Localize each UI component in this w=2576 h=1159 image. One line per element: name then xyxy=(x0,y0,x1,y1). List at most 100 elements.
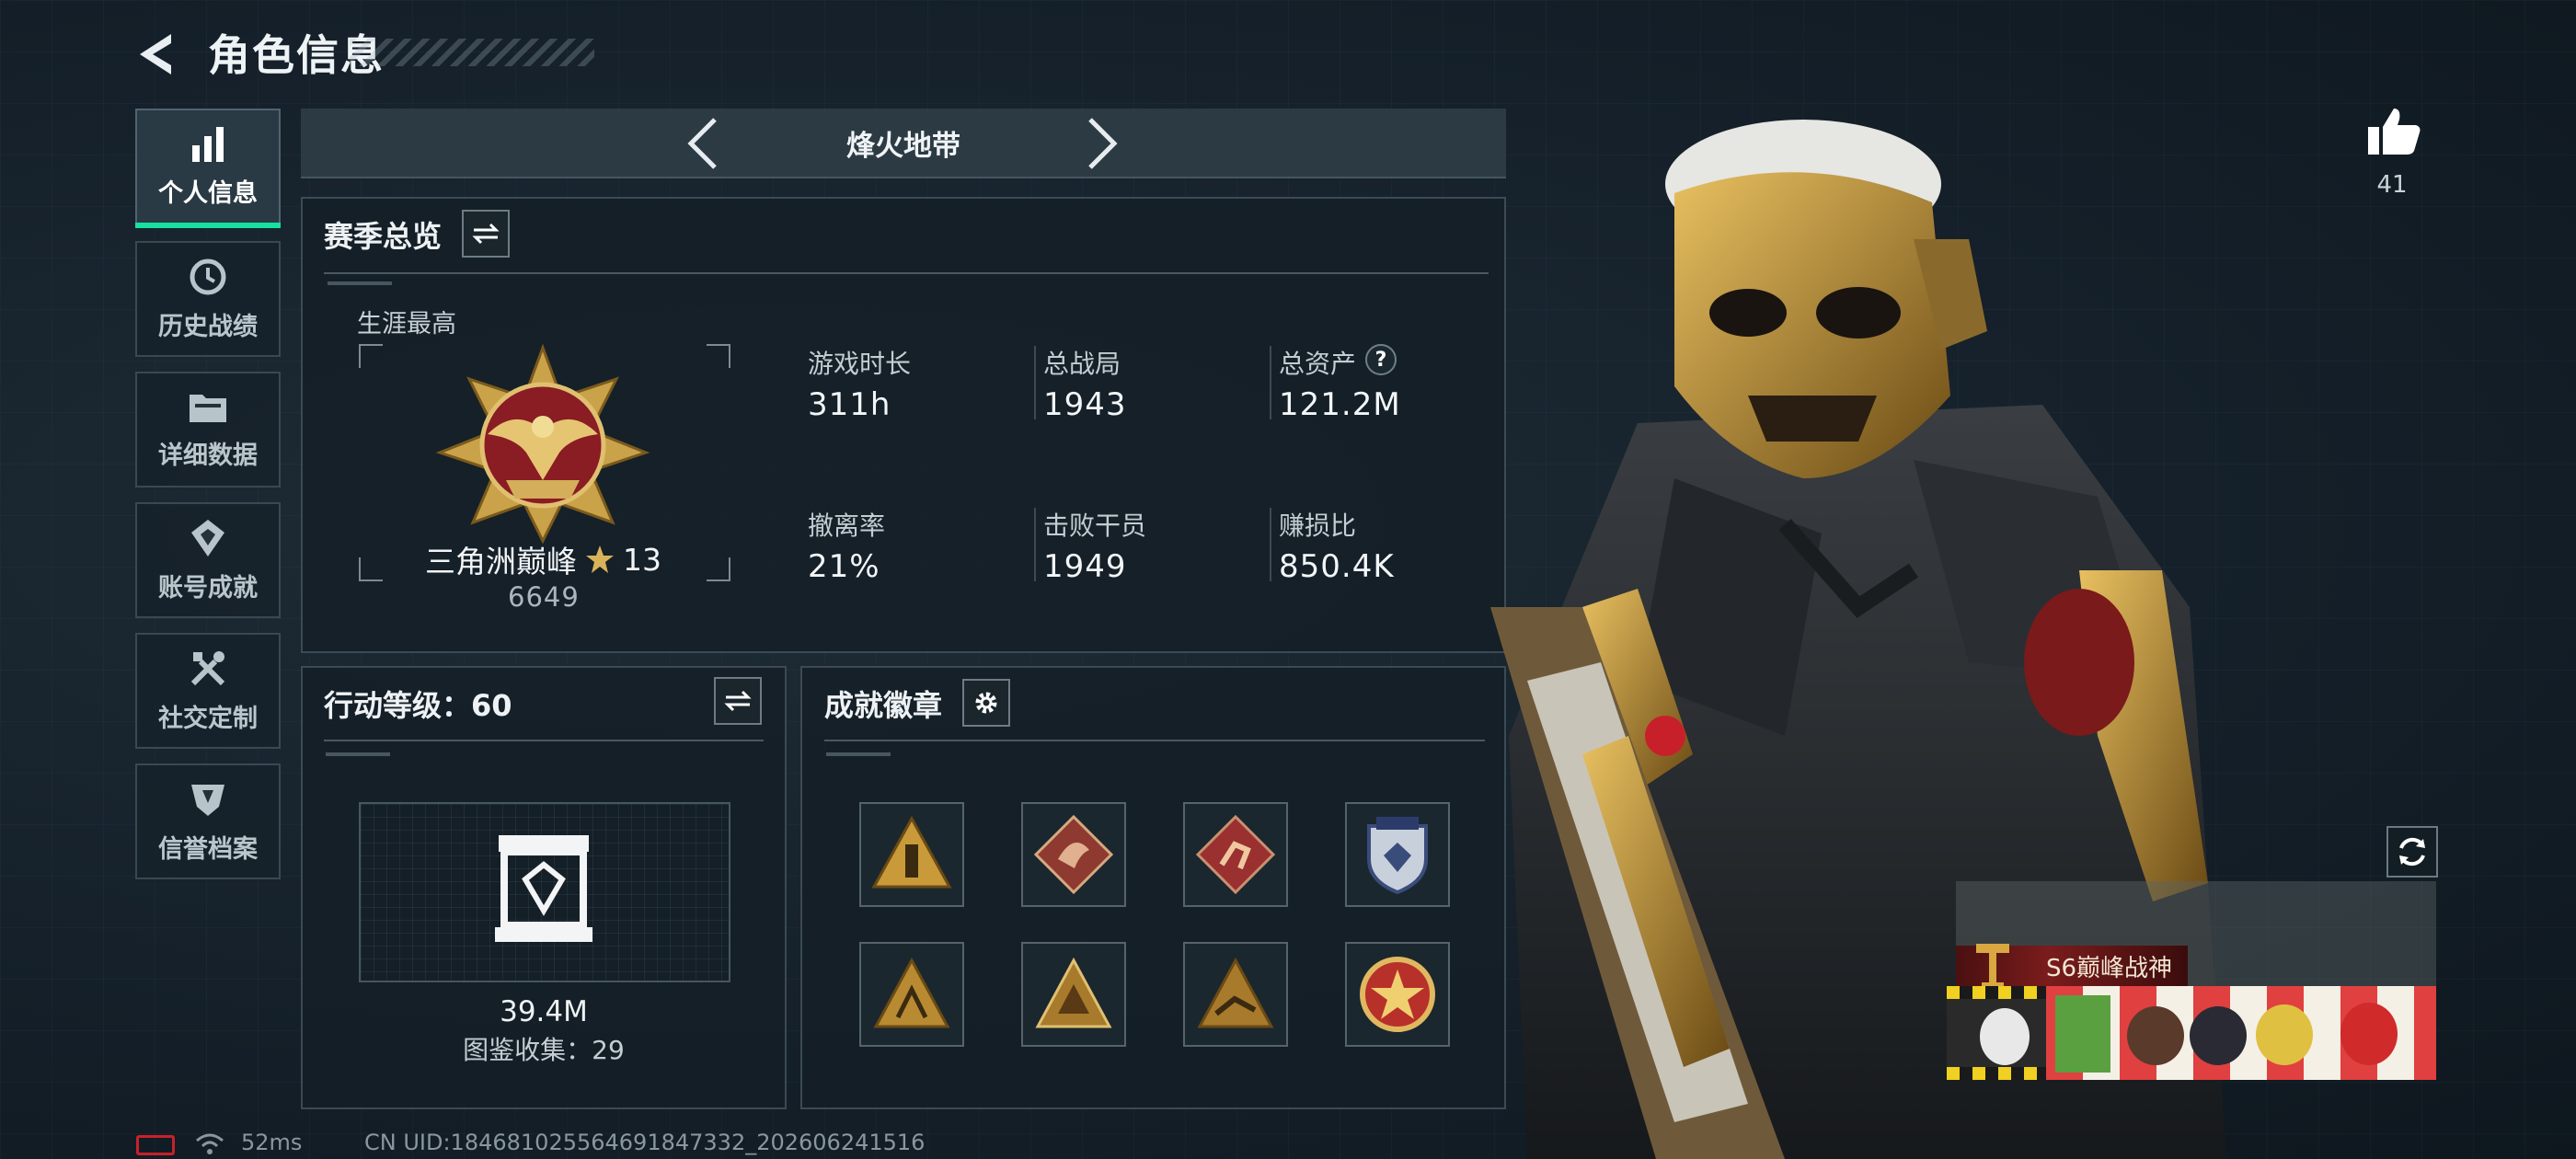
nav-label: 社交定制 xyxy=(158,704,258,733)
help-icon[interactable]: ? xyxy=(1365,344,1397,375)
stat-value: 850.4K xyxy=(1279,548,1395,585)
mode-title: 烽火地带 xyxy=(846,129,960,163)
trophy-icon xyxy=(1976,944,2009,988)
runner-badge-icon xyxy=(1195,814,1276,895)
dragon-badge-icon xyxy=(1033,814,1114,895)
star-icon xyxy=(586,545,614,573)
player-uid: CN UID:18468102556469184733​2_2026062415… xyxy=(364,1130,926,1155)
wifi-icon xyxy=(196,1133,224,1154)
divider xyxy=(1270,508,1271,581)
chevron-right-icon xyxy=(1088,118,1118,169)
frame-corner xyxy=(359,344,383,368)
nav-account-achievements[interactable]: 账号成就 xyxy=(135,502,281,618)
nav-social-customization[interactable]: 社交定制 xyxy=(135,633,281,749)
refresh-button[interactable] xyxy=(2386,826,2438,878)
tools-icon xyxy=(190,650,225,685)
stat-label: 游戏时长 xyxy=(808,349,912,379)
title-banner[interactable]: S6巅峰战神 xyxy=(1956,944,2188,988)
stat-label: 撤离率 xyxy=(808,511,886,541)
pyramid-badge-icon xyxy=(873,957,950,1028)
nav-detailed-data[interactable]: 详细数据 xyxy=(135,372,281,488)
rank-emblem xyxy=(432,342,653,548)
frame-corner xyxy=(707,344,730,368)
like-button[interactable] xyxy=(2366,105,2421,160)
mode-next-button[interactable] xyxy=(1076,118,1128,169)
badge-tile[interactable] xyxy=(859,942,964,1047)
decorative-text xyxy=(328,281,392,285)
separator xyxy=(824,740,1485,741)
bar-chart-icon xyxy=(192,126,224,162)
rank-name: 三角洲巅峰 xyxy=(425,544,577,580)
rank-score: 6649 xyxy=(508,581,580,613)
stat-label: 赚损比 xyxy=(1279,511,1357,541)
badge-tile[interactable] xyxy=(1021,802,1126,907)
badge-tile[interactable] xyxy=(1021,942,1126,1047)
badges-settings-button[interactable] xyxy=(962,679,1010,727)
divider xyxy=(1270,346,1271,419)
season-title: 赛季总览 xyxy=(324,219,443,254)
badge-tile[interactable] xyxy=(1183,942,1288,1047)
decorative-text xyxy=(826,752,891,756)
rank-name-row: 三角洲巅峰 13 xyxy=(425,537,661,581)
chevron-left-icon xyxy=(687,118,717,169)
nav-reputation-file[interactable]: 信誉档案 xyxy=(135,763,281,879)
separator xyxy=(324,740,764,741)
separator xyxy=(324,272,1489,274)
nav-history[interactable]: 历史战绩 xyxy=(135,241,281,357)
badges-title: 成就徽章 xyxy=(824,688,943,723)
nav-label: 历史战绩 xyxy=(158,312,258,341)
nav-label: 个人信息 xyxy=(158,178,258,208)
history-icon xyxy=(190,258,226,294)
nav-personal-info[interactable]: 个人信息 xyxy=(135,109,281,228)
badge-tile[interactable] xyxy=(859,802,964,907)
decorative-text xyxy=(326,752,390,756)
collection-count: 图鉴收集：29 xyxy=(463,1035,625,1065)
collection-display[interactable] xyxy=(359,802,730,982)
action-switch-button[interactable] xyxy=(714,677,762,725)
battery-icon xyxy=(136,1135,175,1155)
action-level-title: 行动等级：60 xyxy=(324,688,512,723)
swap-icon xyxy=(724,690,752,712)
frame-corner xyxy=(707,557,730,581)
divider xyxy=(1034,346,1036,419)
achievement-icon xyxy=(191,519,224,557)
stat-value: 1949 xyxy=(1043,548,1127,585)
rank-stars: 13 xyxy=(623,541,661,578)
stat-label: 总战局 xyxy=(1043,349,1121,379)
like-count: 41 xyxy=(2376,171,2408,199)
stat-value: 121.2M xyxy=(1279,386,1401,423)
title-banner-text: S6巅峰战神 xyxy=(2046,954,2173,982)
eagle-rank-icon xyxy=(435,343,650,545)
season-switch-button[interactable] xyxy=(462,210,510,258)
refresh-icon xyxy=(2399,837,2425,866)
back-arrow-icon xyxy=(140,34,171,75)
crawler-badge-icon xyxy=(1197,957,1274,1028)
triangle-emblem-badge-icon xyxy=(1035,957,1112,1028)
triangle-tower-badge-icon xyxy=(871,815,952,889)
nameplate-sticker-strip xyxy=(1947,986,2436,1080)
gear-icon xyxy=(975,692,997,714)
badge-tile[interactable] xyxy=(1183,802,1288,907)
mode-prev-button[interactable] xyxy=(677,118,729,169)
title-decoration xyxy=(350,39,594,66)
nav-label: 详细数据 xyxy=(158,441,258,470)
mode-selector: 烽火地带 xyxy=(301,109,1506,178)
divider xyxy=(1034,508,1036,581)
shield-icon xyxy=(191,784,224,816)
frame-corner xyxy=(359,557,383,581)
back-button[interactable] xyxy=(127,26,186,83)
stat-value: 21% xyxy=(808,548,880,585)
nav-label: 账号成就 xyxy=(158,573,258,602)
thumbs-up-icon xyxy=(2368,109,2421,155)
ping-value: 52ms xyxy=(241,1130,303,1155)
nav-label: 信誉档案 xyxy=(158,834,258,864)
swap-icon xyxy=(472,223,500,245)
stat-value: 1943 xyxy=(1043,386,1127,423)
career-best-label: 生涯最高 xyxy=(357,310,456,339)
stat-label: 击败干员 xyxy=(1043,511,1147,541)
stat-label: 总资产 xyxy=(1279,349,1357,379)
vault-display-icon xyxy=(495,835,592,942)
stat-value: 311h xyxy=(808,386,891,423)
folder-icon xyxy=(190,394,226,422)
collection-value: 39.4M xyxy=(500,995,588,1028)
